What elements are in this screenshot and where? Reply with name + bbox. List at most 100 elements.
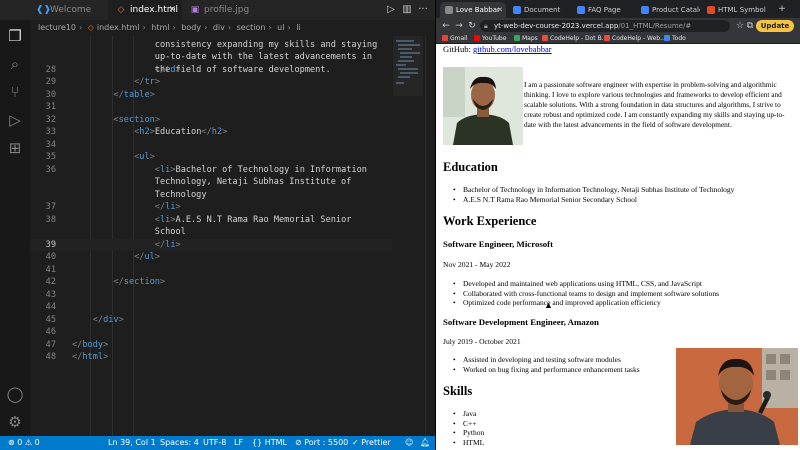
reload-icon[interactable]: ↻ (466, 20, 478, 32)
browser-window: Love Babbar ✕ Document FAQ Page Product … (435, 0, 800, 450)
browser-tab-document[interactable]: Document (508, 2, 570, 18)
live-server-port[interactable]: ⊘ Port : 5500 (295, 436, 348, 450)
indentation[interactable]: Spaces: 4 (160, 436, 199, 450)
forward-icon[interactable]: → (453, 20, 465, 32)
line-number: 43 (45, 289, 56, 300)
breadcrumb-item[interactable]: ul (277, 20, 284, 36)
github-line: GitHub: github.com/lovebabbar (443, 45, 552, 55)
new-tab-icon[interactable]: + (776, 3, 788, 15)
browser-tab-label: Product Catalo (652, 6, 700, 14)
source-control-icon[interactable]: ⑂ (5, 82, 25, 102)
bookmark-youtube[interactable]: YouTube (474, 34, 506, 44)
url-path: /01_HTML/Resume/# (618, 22, 692, 30)
browser-tab-product-catalog[interactable]: Product Catalo (636, 2, 700, 18)
breadcrumb: lecture10 › ◇ index.html › html › body › div ›… (30, 20, 435, 36)
run-icon[interactable]: ▷ (383, 2, 399, 18)
encoding[interactable]: UTF-8 (203, 436, 226, 450)
extensions-icon[interactable]: ⊞ (5, 138, 25, 158)
close-icon[interactable]: ✕ (497, 2, 503, 18)
bookmark-gmail[interactable]: Gmail (442, 34, 468, 44)
browser-tab-label: Document (524, 6, 561, 14)
job-title: Software Development Engineer, Amazon (443, 317, 599, 327)
extensions-puzzle-icon[interactable]: ⧉ (744, 20, 756, 32)
split-editor-icon[interactable]: ▥ (399, 2, 415, 18)
profile-photo (443, 67, 523, 145)
language-mode[interactable]: {} HTML (252, 436, 287, 450)
bookmark-maps[interactable]: Maps (514, 34, 538, 44)
cursor-position[interactable]: Ln 39, Col 1 (108, 436, 156, 450)
tab-profile-jpg[interactable]: ▣ profile.jpg (182, 0, 262, 20)
code-text: </li> (154, 202, 181, 212)
code-line-partial: up-to-date with the latest advancements … (30, 39, 392, 62)
browser-tab-love-babbar[interactable]: Love Babbar ✕ (440, 2, 506, 18)
line-number: 28 (45, 64, 56, 75)
account-icon[interactable]: ◯ (5, 384, 25, 404)
line-ending[interactable]: LF (234, 436, 243, 450)
line-number: 46 (45, 327, 56, 337)
line-number: 48 (45, 352, 56, 362)
code-line: 47 </body> (30, 339, 392, 352)
editor-scrollbar[interactable] (425, 36, 433, 436)
bio-paragraph: I am a passionate software engineer with… (524, 80, 785, 130)
breadcrumb-item[interactable]: index.html (97, 20, 140, 36)
browser-tab-html-symbols[interactable]: HTML Symbols (702, 2, 766, 18)
breadcrumb-item[interactable]: section (237, 20, 266, 36)
lock-icon: 🔒︎ (484, 22, 488, 30)
code-text: <h2>Education</h2> (134, 127, 228, 137)
minimap[interactable] (393, 36, 423, 96)
breadcrumb-item[interactable]: div (213, 20, 225, 36)
more-actions-icon[interactable]: ··· (415, 2, 431, 18)
address-bar[interactable]: 🔒︎ yt-web-dev-course-2023.vercel.app/01_… (480, 20, 730, 32)
code-line: 30 </table> (30, 89, 392, 102)
code-text: </html> (72, 352, 109, 362)
bookmarks-bar: Gmail YouTube Maps CodeHelp - Dot B... C… (436, 34, 800, 44)
run-debug-icon[interactable]: ▷ (5, 110, 25, 130)
feedback-icon[interactable]: ☺ (405, 436, 413, 450)
job-duties-list: Developed and maintained web application… (453, 279, 719, 308)
html-file-icon: ◇ (87, 23, 94, 32)
breadcrumb-item[interactable]: li (296, 20, 300, 36)
job-dates: July 2019 - October 2021 (443, 337, 521, 346)
education-heading: Education (443, 160, 498, 174)
code-line: 29 </tr> (30, 76, 392, 89)
prettier-status[interactable]: ✓ Prettier (352, 436, 391, 450)
list-item: Worked on bug fixing and performance enh… (453, 365, 640, 375)
bookmark-codehelp-dotb[interactable]: CodeHelp - Dot B... (542, 34, 607, 44)
github-link[interactable]: github.com/lovebabbar (473, 45, 552, 54)
line-number: 35 (45, 152, 56, 162)
update-button[interactable]: Update (756, 20, 794, 32)
code-text: Technology (72, 189, 207, 200)
code-text: </td> (154, 64, 181, 75)
search-icon[interactable]: ⌕ (5, 54, 25, 74)
explorer-icon[interactable]: ❐ (5, 26, 25, 46)
tab-index-html[interactable]: ◇ index.html ✕ (108, 0, 182, 20)
bookmark-todo[interactable]: Todo (664, 34, 686, 44)
code-editor[interactable]: consistency expanding my skills and stay… (30, 36, 392, 436)
job-title: Software Engineer, Microsoft (443, 239, 554, 249)
line-number: 34 (45, 139, 56, 150)
breadcrumb-item[interactable]: lecture10 (38, 20, 76, 36)
browser-tab-strip: Love Babbar ✕ Document FAQ Page Product … (436, 0, 800, 18)
list-item: Java (453, 409, 484, 419)
code-line: 43 (30, 289, 392, 302)
html-file-icon: ◇ (117, 5, 125, 15)
settings-gear-icon[interactable]: ⚙ (5, 412, 25, 432)
breadcrumb-item[interactable]: html (151, 20, 169, 36)
work-experience-heading: Work Experience (443, 214, 537, 228)
browser-toolbar: ← → ↻ 🔒︎ yt-web-dev-course-2023.vercel.a… (436, 18, 800, 34)
problems-indicator[interactable]: ⊗ 0 ⚠ 0 (8, 436, 40, 450)
breadcrumb-item[interactable]: body (181, 20, 201, 36)
resume-page: GitHub: github.com/lovebabbar I am a pas… (436, 45, 800, 450)
code-line: 46 (30, 326, 392, 339)
close-icon[interactable]: ✕ (168, 0, 176, 20)
code-line-partial: the field of software development. (30, 51, 392, 75)
list-item: A.E.S N.T Rama Rao Memorial Senior Secon… (453, 195, 734, 205)
notifications-bell-icon[interactable]: 🔔︎ (420, 436, 430, 450)
vscode-icon: ❰❱ (36, 5, 52, 15)
code-line: 41 (30, 264, 392, 277)
bookmark-codehelp-web[interactable]: CodeHelp - Web... (604, 34, 666, 44)
tab-welcome[interactable]: ❰❱ Welcome (28, 0, 108, 20)
code-text: </li> (154, 239, 181, 250)
browser-tab-faq-page[interactable]: FAQ Page (572, 2, 634, 18)
back-icon[interactable]: ← (440, 20, 452, 32)
